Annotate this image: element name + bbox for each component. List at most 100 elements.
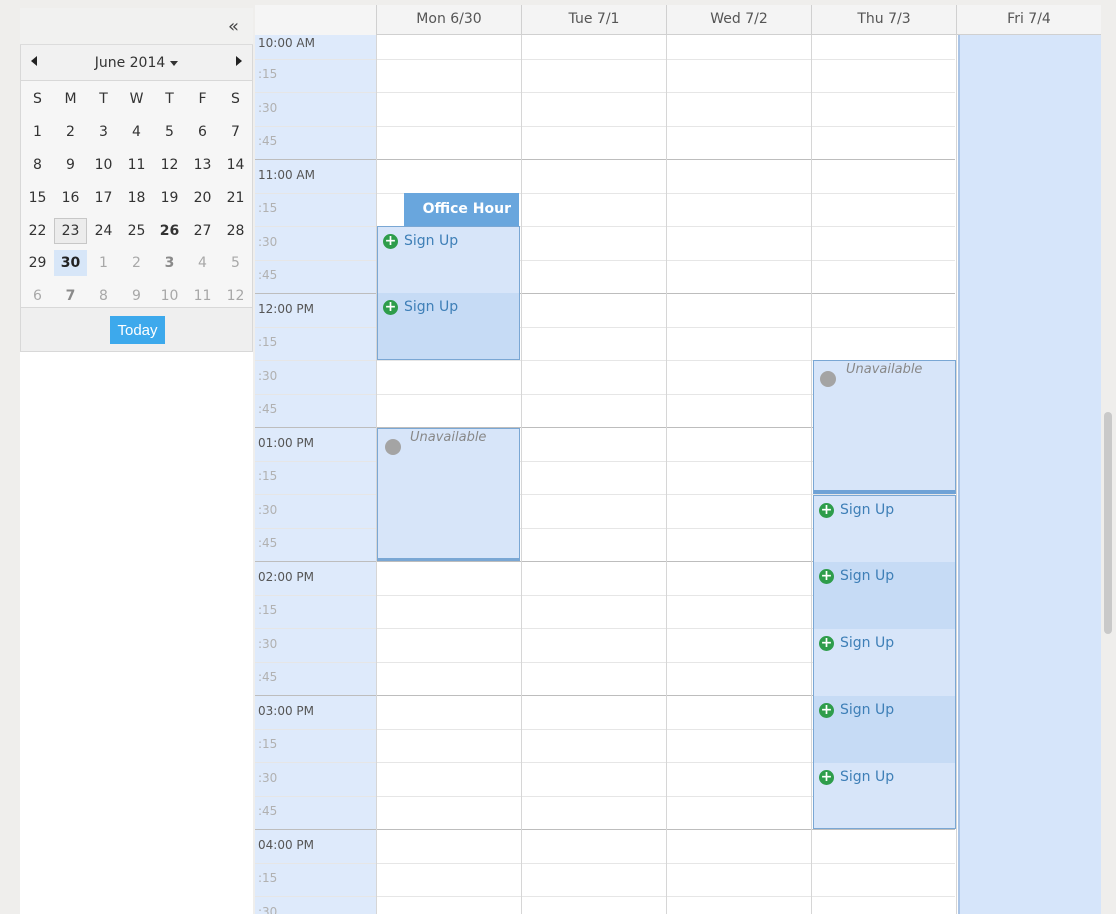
sign-up-label: Sign Up xyxy=(840,769,895,785)
caret-down-icon xyxy=(170,60,179,66)
sign-up-slot[interactable]: + Sign Up xyxy=(814,496,955,562)
time-grid: 10:00 AM :15 :30 :45 11:00 AM :15 :30 :4… xyxy=(255,35,1101,914)
sign-up-label: Sign Up xyxy=(404,299,459,315)
day-cell[interactable]: 15 xyxy=(21,185,54,211)
sign-up-slot[interactable]: + Sign Up xyxy=(378,293,519,359)
day-cell[interactable]: 2 xyxy=(120,250,153,276)
day-cell[interactable]: 11 xyxy=(186,283,219,309)
day-cell[interactable]: 1 xyxy=(87,250,120,276)
day-cell[interactable]: 4 xyxy=(120,119,153,145)
office-hour-event-title[interactable]: Office Hour xyxy=(404,193,519,226)
time-label: :15 xyxy=(258,335,278,349)
day-cell[interactable]: 14 xyxy=(219,152,252,178)
time-label: :15 xyxy=(258,469,278,483)
time-label: :15 xyxy=(258,871,278,885)
day-cell[interactable]: 13 xyxy=(186,152,219,178)
mini-calendar-header: June 2014 xyxy=(21,45,252,81)
day-header-tue[interactable]: Tue 7/1 xyxy=(521,5,666,35)
day-header-fri[interactable]: Fri 7/4 xyxy=(956,5,1101,35)
day-cell[interactable]: 24 xyxy=(87,218,120,244)
unavailable-event[interactable]: Unavailable xyxy=(377,428,520,561)
day-header-mon[interactable]: Mon 6/30 xyxy=(376,5,521,35)
plus-circle-icon: + xyxy=(819,634,834,651)
sign-up-slot[interactable]: + Sign Up xyxy=(814,763,955,828)
time-label: 04:00 PM xyxy=(258,838,314,852)
sidebar-toolbar: « xyxy=(20,8,253,45)
sign-up-label: Sign Up xyxy=(840,502,895,518)
weekday-label: W xyxy=(129,91,144,108)
month-selector[interactable]: June 2014 xyxy=(21,55,252,71)
day-cell[interactable]: 12 xyxy=(219,283,252,309)
vertical-scrollbar[interactable] xyxy=(1104,412,1112,634)
day-cell[interactable]: 29 xyxy=(21,250,54,276)
today-button[interactable]: Today xyxy=(110,316,165,344)
time-label: :30 xyxy=(258,369,278,383)
day-cell[interactable]: 5 xyxy=(153,119,186,145)
thursday-sign-up-block: + Sign Up + Sign Up + Sign Up + Sign Up + Sig… xyxy=(813,495,956,829)
day-cell[interactable]: 25 xyxy=(120,218,153,244)
plus-circle-icon: + xyxy=(819,768,834,785)
month-label: June 2014 xyxy=(94,55,166,71)
unavailable-dot-icon xyxy=(820,371,836,387)
day-cell[interactable]: 12 xyxy=(153,152,186,178)
sign-up-label: Sign Up xyxy=(840,568,895,584)
day-cell[interactable]: 28 xyxy=(219,218,252,244)
day-cell[interactable]: 7 xyxy=(219,119,252,145)
day-cell[interactable]: 16 xyxy=(54,185,87,211)
day-header-wed[interactable]: Wed 7/2 xyxy=(666,5,811,35)
day-cell[interactable]: 22 xyxy=(21,218,54,244)
weekday-label: F xyxy=(198,91,207,108)
day-cell[interactable]: 1 xyxy=(21,119,54,145)
time-label: :15 xyxy=(258,201,278,215)
sign-up-slot[interactable]: + Sign Up xyxy=(814,562,955,629)
weekday-label: T xyxy=(165,91,174,108)
day-cell[interactable]: 6 xyxy=(21,283,54,309)
day-cell[interactable]: 10 xyxy=(153,283,186,309)
day-header-thu[interactable]: Thu 7/3 xyxy=(811,5,956,35)
day-cell[interactable]: 5 xyxy=(219,250,252,276)
day-cell[interactable]: 9 xyxy=(54,152,87,178)
plus-circle-icon: + xyxy=(383,298,398,315)
collapse-sidebar-icon[interactable]: « xyxy=(228,16,239,37)
day-cell[interactable]: 3 xyxy=(153,250,186,276)
day-cell-today[interactable]: 30 xyxy=(54,250,87,277)
mini-calendar-grid: S M T W T F S 1 2 3 4 5 6 7 8 9 10 11 12… xyxy=(21,83,252,313)
day-cell-selected[interactable]: 23 xyxy=(54,217,87,244)
day-cell[interactable]: 8 xyxy=(87,283,120,309)
day-cell[interactable]: 19 xyxy=(153,185,186,211)
time-label: :30 xyxy=(258,235,278,249)
time-label: :30 xyxy=(258,637,278,651)
sidebar: « June 2014 S M T W T F S 1 2 3 4 5 6 7 … xyxy=(20,8,253,914)
sign-up-slot[interactable]: + Sign Up xyxy=(814,696,955,763)
plus-circle-icon: + xyxy=(819,701,834,718)
day-cell[interactable]: 26 xyxy=(153,218,186,244)
time-label: :45 xyxy=(258,670,278,684)
day-cell[interactable]: 6 xyxy=(186,119,219,145)
day-cell[interactable]: 8 xyxy=(21,152,54,178)
unavailable-label: Unavailable xyxy=(410,430,487,445)
next-month-icon[interactable] xyxy=(236,56,242,66)
day-cell[interactable]: 21 xyxy=(219,185,252,211)
week-row: 1 2 3 4 5 6 7 xyxy=(21,116,252,149)
day-cell[interactable]: 17 xyxy=(87,185,120,211)
day-cell[interactable]: 4 xyxy=(186,250,219,276)
sign-up-slot[interactable]: + Sign Up xyxy=(814,629,955,696)
sign-up-label: Sign Up xyxy=(840,635,895,651)
week-row: 29 30 1 2 3 4 5 xyxy=(21,247,252,280)
day-cell[interactable]: 27 xyxy=(186,218,219,244)
day-cell[interactable]: 9 xyxy=(120,283,153,309)
time-label: 10:00 AM xyxy=(258,36,315,50)
week-row: 22 23 24 25 26 27 28 xyxy=(21,214,252,247)
day-cell[interactable]: 2 xyxy=(54,119,87,145)
sign-up-slot[interactable]: + Sign Up xyxy=(378,227,519,293)
day-cell[interactable]: 3 xyxy=(87,119,120,145)
day-cell[interactable]: 10 xyxy=(87,152,120,178)
day-cell[interactable]: 20 xyxy=(186,185,219,211)
weekday-label: S xyxy=(33,91,42,108)
day-cell[interactable]: 11 xyxy=(120,152,153,178)
week-row: 15 16 17 18 19 20 21 xyxy=(21,181,252,214)
unavailable-event[interactable]: Unavailable xyxy=(813,360,956,494)
day-cell[interactable]: 18 xyxy=(120,185,153,211)
time-label: :15 xyxy=(258,737,278,751)
day-cell[interactable]: 7 xyxy=(54,283,87,309)
